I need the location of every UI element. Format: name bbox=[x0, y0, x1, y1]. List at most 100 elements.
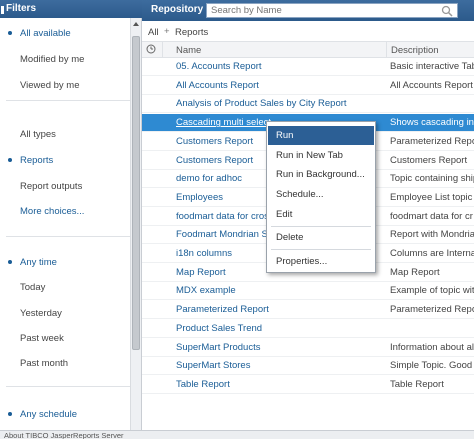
report-description: Parameterized Report bbox=[390, 304, 474, 316]
filter-label: Report outputs bbox=[20, 181, 83, 192]
report-description: Shows cascading inpu bbox=[390, 117, 474, 129]
filters-header[interactable]: Filters bbox=[0, 0, 142, 18]
report-name-link[interactable]: 05. Accounts Report bbox=[176, 61, 262, 72]
report-description: Customers Report bbox=[390, 154, 468, 166]
filter-past-week[interactable]: Past week bbox=[20, 333, 64, 344]
list-item[interactable]: Product Sales Trend bbox=[142, 320, 474, 338]
list-item[interactable]: Analysis of Product Sales by City Report bbox=[142, 95, 474, 114]
filter-any-schedule[interactable]: Any schedule bbox=[8, 409, 78, 420]
search-box[interactable] bbox=[206, 3, 458, 18]
report-name-link[interactable]: Foodmart Mondrian Sa bbox=[176, 229, 273, 240]
report-name-link[interactable]: demo for adhoc bbox=[176, 173, 242, 184]
collapse-handle-icon[interactable] bbox=[1, 6, 4, 14]
filter-report-outputs[interactable]: Report outputs bbox=[20, 181, 82, 192]
repository-title: Repository bbox=[151, 4, 204, 15]
report-description: Columns are Internatio bbox=[390, 248, 474, 259]
column-divider bbox=[386, 42, 387, 58]
menu-item-delete[interactable]: Delete bbox=[268, 228, 374, 247]
selected-bullet-icon bbox=[8, 260, 12, 264]
more-choices-link[interactable]: More choices... bbox=[20, 206, 84, 217]
report-name-link[interactable]: i18n columns bbox=[176, 248, 232, 259]
list-item[interactable]: 05. Accounts Report Basic interactive Tab… bbox=[142, 58, 474, 76]
filter-modified-by-me[interactable]: Modified by me bbox=[20, 54, 84, 65]
selected-bullet-icon bbox=[8, 158, 12, 162]
filter-label: Reports bbox=[20, 155, 54, 166]
name-column-header[interactable]: Name bbox=[176, 45, 201, 56]
report-description: All Accounts Report bbox=[390, 79, 473, 91]
report-name-link[interactable]: SuperMart Stores bbox=[176, 360, 250, 371]
scroll-up-arrow-icon[interactable] bbox=[131, 18, 141, 30]
menu-item-schedule[interactable]: Schedule... bbox=[268, 185, 374, 204]
report-name-link[interactable]: Parameterized Report bbox=[176, 304, 269, 315]
repository-header: Repository bbox=[142, 0, 474, 21]
report-name-link[interactable]: Analysis of Product Sales by City Report bbox=[176, 98, 347, 109]
report-name-link[interactable]: Map Report bbox=[176, 267, 226, 278]
description-column-header[interactable]: Description bbox=[391, 45, 439, 56]
report-name-link[interactable]: MDX example bbox=[176, 285, 236, 296]
filter-viewed-by-me[interactable]: Viewed by me bbox=[20, 80, 80, 91]
list-item[interactable]: MDX example Example of topic with bbox=[142, 282, 474, 301]
report-description: Parameterized Report bbox=[390, 135, 474, 147]
filter-label: Modified by me bbox=[20, 54, 85, 65]
filter-divider bbox=[6, 386, 130, 387]
filter-all-types[interactable]: All types bbox=[20, 129, 56, 140]
list-item[interactable]: Table Report Table Report bbox=[142, 376, 474, 394]
report-name-link[interactable]: Product Sales Trend bbox=[176, 323, 262, 334]
menu-item-properties[interactable]: Properties... bbox=[268, 252, 374, 271]
about-link[interactable]: About TIBCO JasperReports Server bbox=[4, 431, 124, 439]
footer: About TIBCO JasperReports Server bbox=[0, 430, 474, 439]
filter-all-available[interactable]: All available bbox=[8, 28, 71, 39]
menu-item-run[interactable]: Run bbox=[268, 126, 374, 145]
menu-item-run-in-background[interactable]: Run in Background... bbox=[268, 165, 374, 184]
report-name-link[interactable]: Customers Report bbox=[176, 155, 253, 166]
filter-divider bbox=[6, 236, 130, 237]
more-choices-label: More choices... bbox=[20, 206, 85, 217]
list-item[interactable]: All Accounts Report All Accounts Report bbox=[142, 77, 474, 95]
report-name-link[interactable]: Table Report bbox=[176, 379, 230, 390]
filter-label: Yesterday bbox=[20, 308, 62, 319]
report-description: Basic interactive Table bbox=[390, 61, 474, 72]
filters-scrollbar[interactable] bbox=[130, 18, 141, 430]
filter-label: Past week bbox=[20, 333, 64, 344]
filter-label: Any time bbox=[20, 257, 57, 268]
report-description: Map Report bbox=[390, 266, 440, 278]
filter-divider bbox=[6, 100, 130, 101]
report-description: foodmart data for cr bbox=[390, 210, 473, 222]
menu-item-run-in-new-tab[interactable]: Run in New Tab bbox=[268, 146, 374, 165]
filter-label: Past month bbox=[20, 358, 69, 369]
filter-past-month[interactable]: Past month bbox=[20, 358, 68, 369]
filter-label: Any schedule bbox=[20, 409, 78, 420]
column-divider bbox=[162, 42, 163, 58]
select-all-icon[interactable] bbox=[146, 44, 156, 54]
search-input[interactable] bbox=[207, 4, 432, 17]
list-item[interactable]: SuperMart Stores Simple Topic. Good fo bbox=[142, 357, 474, 376]
filter-label: Viewed by me bbox=[20, 80, 80, 91]
filter-today[interactable]: Today bbox=[20, 282, 45, 293]
breadcrumb-current: Reports bbox=[175, 27, 209, 38]
filter-any-time[interactable]: Any time bbox=[8, 257, 57, 268]
breadcrumb-separator: + bbox=[164, 26, 170, 37]
report-name-link[interactable]: All Accounts Report bbox=[176, 80, 259, 91]
list-item[interactable]: Parameterized Report Parameterized Report bbox=[142, 301, 474, 320]
report-name-link[interactable]: Customers Report bbox=[176, 136, 253, 147]
breadcrumb: All + Reports bbox=[142, 21, 474, 41]
report-name-link[interactable]: foodmart data for cros bbox=[176, 211, 269, 222]
filter-yesterday[interactable]: Yesterday bbox=[20, 308, 62, 319]
scrollbar-thumb[interactable] bbox=[132, 36, 140, 350]
menu-item-edit[interactable]: Edit bbox=[268, 205, 374, 224]
search-icon[interactable] bbox=[441, 5, 453, 17]
breadcrumb-root[interactable]: All bbox=[148, 27, 159, 38]
report-description: Information about all bbox=[390, 341, 474, 353]
filter-label: All available bbox=[20, 28, 71, 39]
report-name-link[interactable]: Employees bbox=[176, 192, 223, 203]
column-header: Name Description bbox=[142, 41, 474, 58]
context-menu: Run Run in New Tab Run in Background... … bbox=[266, 121, 376, 273]
filter-reports[interactable]: Reports bbox=[8, 155, 54, 166]
report-description: Example of topic with bbox=[390, 285, 474, 297]
report-name-link[interactable]: Cascading multi select bbox=[176, 117, 271, 128]
report-name-link[interactable]: SuperMart Products bbox=[176, 342, 260, 353]
list-item[interactable]: SuperMart Products Information about all bbox=[142, 339, 474, 357]
report-description: Topic containing shipm bbox=[390, 173, 474, 185]
report-description: Table Report bbox=[390, 378, 444, 390]
menu-divider bbox=[271, 226, 371, 227]
